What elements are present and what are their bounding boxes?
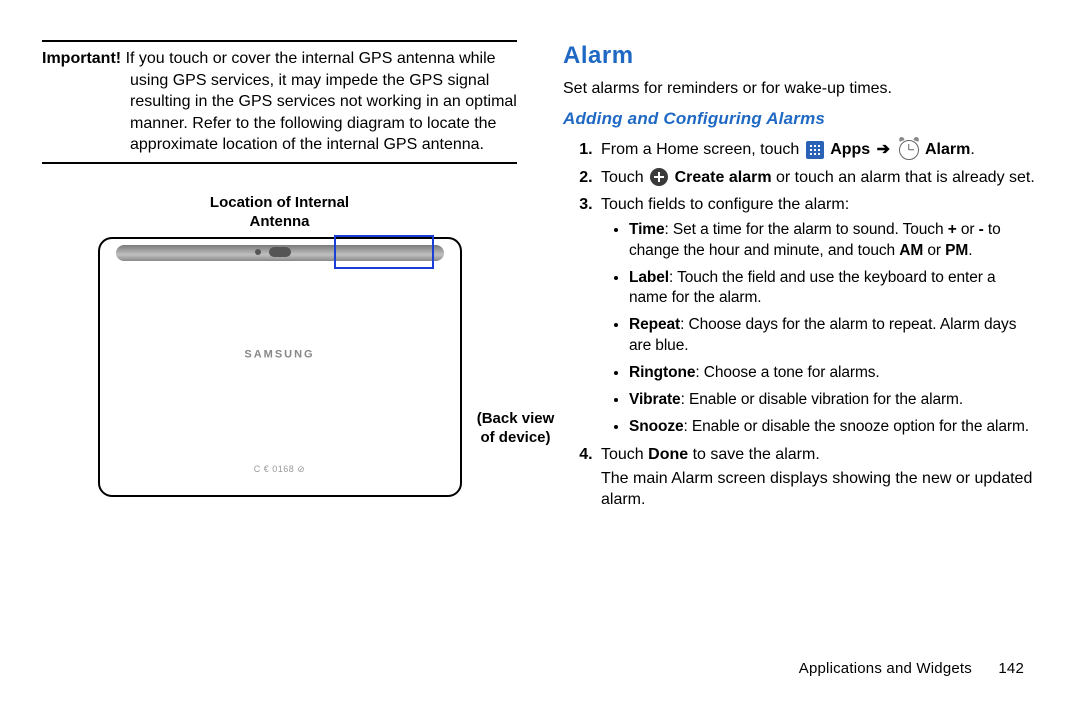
steps-list: From a Home screen, touch Apps ➔ Alarm. …: [563, 139, 1038, 511]
step4-post: to save the alarm.: [688, 446, 820, 463]
apps-icon: [806, 141, 824, 159]
arrow-icon: ➔: [877, 141, 890, 158]
step-1: From a Home screen, touch Apps ➔ Alarm.: [597, 139, 1038, 161]
bullet-vibrate: Vibrate: Enable or disable vibration for…: [629, 390, 1038, 411]
step-3: Touch fields to configure the alarm: Tim…: [597, 194, 1038, 438]
step-4: Touch Done to save the alarm. The main A…: [597, 444, 1038, 511]
diagram: Location of Internal Antenna SAMSUNG C €…: [42, 194, 517, 504]
footer-section: Applications and Widgets: [799, 660, 972, 677]
step-2: Touch Create alarm or touch an alarm tha…: [597, 167, 1038, 189]
antenna-highlight-box: [334, 235, 434, 269]
important-box: Important! If you touch or cover the int…: [42, 40, 517, 164]
bullet-time: Time: Set a time for the alarm to sound.…: [629, 220, 1038, 262]
plus-icon: [650, 168, 668, 186]
step1-pre: From a Home screen, touch: [601, 141, 804, 158]
important-label: Important!: [42, 50, 121, 67]
apps-label: Apps: [830, 141, 870, 158]
diagram-top-label-line2: Antenna: [250, 213, 310, 230]
camera-icon: [269, 247, 291, 257]
tablet-back: SAMSUNG C € 0168 ⊘: [98, 237, 462, 497]
bullet-repeat: Repeat: Choose days for the alarm to rep…: [629, 315, 1038, 357]
step2-post: or touch an alarm that is already set.: [776, 169, 1035, 186]
diagram-top-label: Location of Internal Antenna: [42, 194, 517, 232]
config-bullets: Time: Set a time for the alarm to sound.…: [601, 220, 1038, 438]
alarm-heading: Alarm: [563, 40, 1038, 72]
ce-mark: C € 0168 ⊘: [254, 463, 306, 475]
bullet-ringtone: Ringtone: Choose a tone for alarms.: [629, 363, 1038, 384]
brand-label: SAMSUNG: [244, 347, 314, 362]
alarm-lead: Set alarms for reminders or for wake-up …: [563, 78, 1038, 100]
alarm-clock-icon: [899, 140, 919, 160]
bullet-label: Label: Touch the field and use the keybo…: [629, 268, 1038, 310]
page: Important! If you touch or cover the int…: [0, 0, 1080, 660]
right-column: Alarm Set alarms for reminders or for wa…: [563, 40, 1038, 640]
create-alarm-label: Create alarm: [675, 169, 772, 186]
back-view-label-line1: (Back view: [477, 410, 555, 427]
important-text: If you touch or cover the internal GPS a…: [126, 50, 517, 153]
page-number: 142: [998, 660, 1024, 677]
diagram-top-label-line1: Location of Internal: [210, 194, 349, 211]
back-view-label: (Back view of device): [468, 410, 564, 448]
left-column: Important! If you touch or cover the int…: [42, 40, 517, 640]
adding-configuring-heading: Adding and Configuring Alarms: [563, 108, 1038, 131]
page-footer: Applications and Widgets 142: [0, 660, 1080, 695]
done-label: Done: [648, 446, 688, 463]
step4-pre: Touch: [601, 446, 648, 463]
bullet-snooze: Snooze: Enable or disable the snooze opt…: [629, 417, 1038, 438]
back-view-label-line2: of device): [480, 429, 550, 446]
step2-pre: Touch: [601, 169, 648, 186]
alarm-label: Alarm: [925, 141, 970, 158]
step4-extra: The main Alarm screen displays showing t…: [601, 468, 1038, 511]
step3-text: Touch fields to configure the alarm:: [601, 196, 849, 213]
